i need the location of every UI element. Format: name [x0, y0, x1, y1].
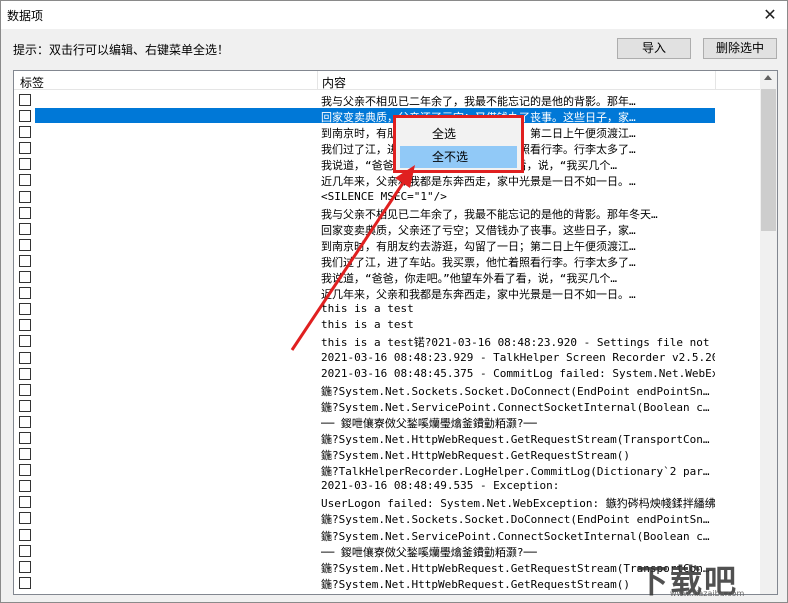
watermark-url: www.xiazaiba.com [670, 589, 745, 598]
annotation-arrow [290, 165, 415, 351]
watermark: 下载吧 www.xiazaiba.com [636, 556, 776, 600]
